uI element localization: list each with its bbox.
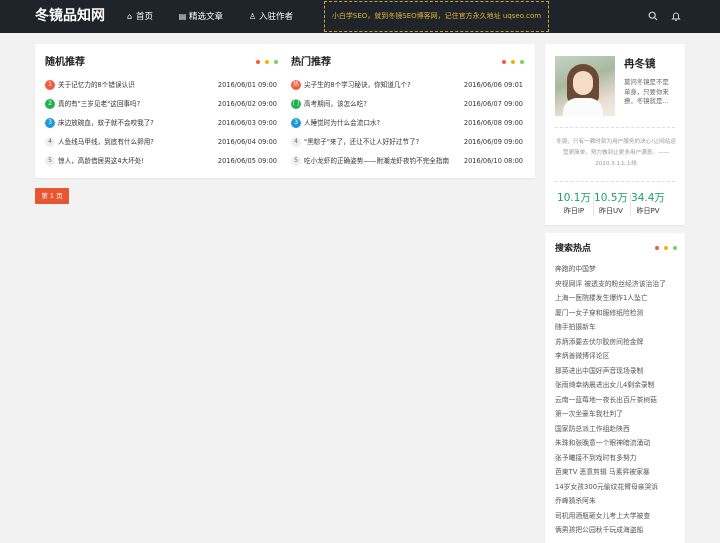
hot-search-item[interactable]: 厦门一女子穿和服修纸险检测 <box>555 309 643 318</box>
divider <box>555 127 675 128</box>
article-date: 2016/06/08 09:00 <box>463 119 523 127</box>
rank-badge: 3 <box>45 118 55 128</box>
article-title[interactable]: 吃小龙虾的正确姿势——附潮龙虾夜钓不完全指南 <box>304 157 464 166</box>
article-title[interactable]: 人鱼线马甲线，到底有什么卵用? <box>58 138 218 147</box>
rank-badge: 4 <box>45 137 55 147</box>
stat-label: 昨日IP <box>563 207 585 215</box>
article-title[interactable]: 床边放碗血，蚊子就不会咬我了? <box>58 119 218 128</box>
stat-label: 昨日UV <box>599 207 623 215</box>
article-date: 2016/06/10 08:00 <box>463 157 523 165</box>
rank-badge: 热 <box>291 80 301 90</box>
stat-value: 10.1万 <box>557 192 591 204</box>
divider <box>555 181 675 182</box>
list-item[interactable]: 4 "黑粽子"来了，还让不让人好好过节了? 2016/06/09 09:00 <box>291 137 523 148</box>
article-date: 2016/06/02 09:00 <box>217 100 277 108</box>
stat-label: 昨日PV <box>636 207 660 215</box>
hot-search-item[interactable]: 张雨绮幸纳晨进出女儿4剩余录制 <box>555 381 654 390</box>
hot-search-item[interactable]: 俩男孩把公园秋千玩成海盗船 <box>555 526 643 535</box>
nav-authors-label: 入驻作者 <box>259 12 294 22</box>
notice-banner[interactable]: 小白学SEO，就到冬镜SEO博客网，记住官方永久地址 uqseo.com <box>324 1 549 32</box>
hot-search-item[interactable]: 李炳善微博评论区 <box>555 352 609 361</box>
site-logo[interactable]: 冬镜品知网 <box>35 8 105 25</box>
author-bio: 莫问冬镜是不是单身，只要你来撩，冬镜就是... <box>624 78 669 106</box>
hot-search-dots <box>655 246 677 250</box>
article-title[interactable]: 关于记忆力的8个错误认识 <box>58 81 218 90</box>
random-dots <box>256 60 278 64</box>
hot-search-item[interactable]: 张予曦接不到戏时有多努力 <box>555 454 637 463</box>
hot-search-item[interactable]: 奔跑的中国梦 <box>555 265 596 274</box>
hot-search-item[interactable]: 朱珠和张晚意一个眼神暗流涌动 <box>555 439 650 448</box>
nav-featured[interactable]: ▤ 精选文章 <box>178 11 223 23</box>
stat-ip: 10.1万 昨日IP <box>555 192 593 216</box>
user-icon: ♙ <box>248 12 257 21</box>
nav-featured-label: 精选文章 <box>189 12 224 22</box>
avatar[interactable] <box>555 56 615 116</box>
hot-search-item[interactable]: 芭東TV 恶意剪辑 马素昇被家暴 <box>555 468 650 477</box>
rank-badge: 3 <box>291 118 301 128</box>
article-title[interactable]: "黑粽子"来了，还让不让人好好过节了? <box>304 138 464 147</box>
popular-dots <box>502 60 524 64</box>
stat-value: 10.5万 <box>594 192 628 204</box>
article-date: 2016/06/06 09:01 <box>463 81 523 89</box>
hot-search-item[interactable]: 乔峰猜杀阿朱 <box>555 497 596 506</box>
page-1-button[interactable]: 第 1 页 <box>35 188 69 204</box>
article-title[interactable]: 真的有"三岁见老"这回事吗? <box>58 100 218 109</box>
popular-title: 热门推荐 <box>291 57 331 68</box>
rank-badge: 4 <box>291 137 301 147</box>
list-item[interactable]: 门 高考期间，该怎么吃? 2016/06/07 09:00 <box>291 99 523 110</box>
nav-home[interactable]: ⌂ 首页 <box>125 11 153 23</box>
article-date: 2016/06/05 09:00 <box>217 157 277 165</box>
list-item[interactable]: 3 人睡觉时为什么会流口水? 2016/06/08 09:00 <box>291 118 523 129</box>
hot-search-title: 搜索热点 <box>555 244 592 254</box>
hot-search-item[interactable]: 云南一蓝莓地一夜长出百斤茶树菇 <box>555 396 657 405</box>
random-title: 随机推荐 <box>45 57 85 68</box>
hot-search-item[interactable]: 14岁女孩300元偷纹花臂母亲哭诉 <box>555 483 658 492</box>
hot-search-item[interactable]: 第一次坐豪车我杜判了 <box>555 410 623 419</box>
document-icon: ▤ <box>178 12 187 21</box>
article-title[interactable]: 尖子生的8个学习秘诀，你知道几个? <box>304 81 464 90</box>
hot-search-item[interactable]: 司机用酒瓶砸女儿考上大学被查 <box>555 512 650 521</box>
rank-badge: 1 <box>45 80 55 90</box>
top-navbar: 冬镜品知网 ⌂ 首页 ▤ 精选文章 ♙ 入驻作者 小白学SEO，就到冬镜SEO博客网，… <box>0 0 720 33</box>
search-icon[interactable] <box>648 11 658 24</box>
article-date: 2016/06/01 09:00 <box>217 81 277 89</box>
bell-icon[interactable] <box>671 11 681 24</box>
article-title[interactable]: 高考期间，该怎么吃? <box>304 100 464 109</box>
stat-uv: 10.5万 昨日UV <box>592 192 630 216</box>
hot-search-item[interactable]: 苏炳添要去伏尔胶房间抢金牌 <box>555 338 643 347</box>
list-item[interactable]: 4 人鱼线马甲线，到底有什么卵用? 2016/06/04 09:00 <box>45 137 277 148</box>
list-item[interactable]: 热 尖子生的8个学习秘诀，你知道几个? 2016/06/06 09:01 <box>291 80 523 91</box>
stat-value: 34.4万 <box>631 192 665 204</box>
rank-badge: 5 <box>45 156 55 166</box>
list-item[interactable]: 5 吃小龙虾的正确姿势——附潮龙虾夜钓不完全指南 2016/06/10 08:0… <box>291 156 523 167</box>
hot-search-item[interactable]: 国家防总派工作组赴陕西 <box>555 425 630 434</box>
stat-pv: 34.4万 昨日PV <box>629 192 667 216</box>
author-motto: 冬镜，只有一颗时刻为用户服务的决心!让网站运营更简单，努力做到让更多用户满意。—… <box>556 139 676 167</box>
article-title[interactable]: 惊人，高龄借居男这4大坏处! <box>58 157 218 166</box>
list-item[interactable]: 5 惊人，高龄借居男这4大坏处! 2016/06/05 09:00 <box>45 156 277 167</box>
list-item[interactable]: 1 关于记忆力的8个错误认识 2016/06/01 09:00 <box>45 80 277 91</box>
article-date: 2016/06/07 09:00 <box>463 100 523 108</box>
home-icon: ⌂ <box>126 12 133 21</box>
list-item[interactable]: 2 真的有"三岁见老"这回事吗? 2016/06/02 09:00 <box>45 99 277 110</box>
nav-authors[interactable]: ♙ 入驻作者 <box>248 11 293 23</box>
list-item[interactable]: 3 床边放碗血，蚊子就不会咬我了? 2016/06/03 09:00 <box>45 118 277 129</box>
article-date: 2016/06/09 09:00 <box>463 138 523 146</box>
rank-badge: 门 <box>291 99 301 109</box>
hot-search-item[interactable]: 那英进出中国好声音现场录制 <box>555 367 643 376</box>
hot-search-item[interactable]: 央视网评 被透支的粉丝经济该治治了 <box>555 280 666 289</box>
nav-home-label: 首页 <box>136 12 154 22</box>
hot-search-item[interactable]: 随手拍摄新车 <box>555 323 596 332</box>
article-title[interactable]: 人睡觉时为什么会流口水? <box>304 119 464 128</box>
rank-badge: 2 <box>45 99 55 109</box>
author-name[interactable]: 冉冬镜 <box>624 58 656 71</box>
rank-badge: 5 <box>291 156 301 166</box>
article-date: 2016/06/03 09:00 <box>217 119 277 127</box>
article-date: 2016/06/04 09:00 <box>217 138 277 146</box>
hot-search-item[interactable]: 上海一医院楼发生爆炸1人坠亡 <box>555 294 648 303</box>
